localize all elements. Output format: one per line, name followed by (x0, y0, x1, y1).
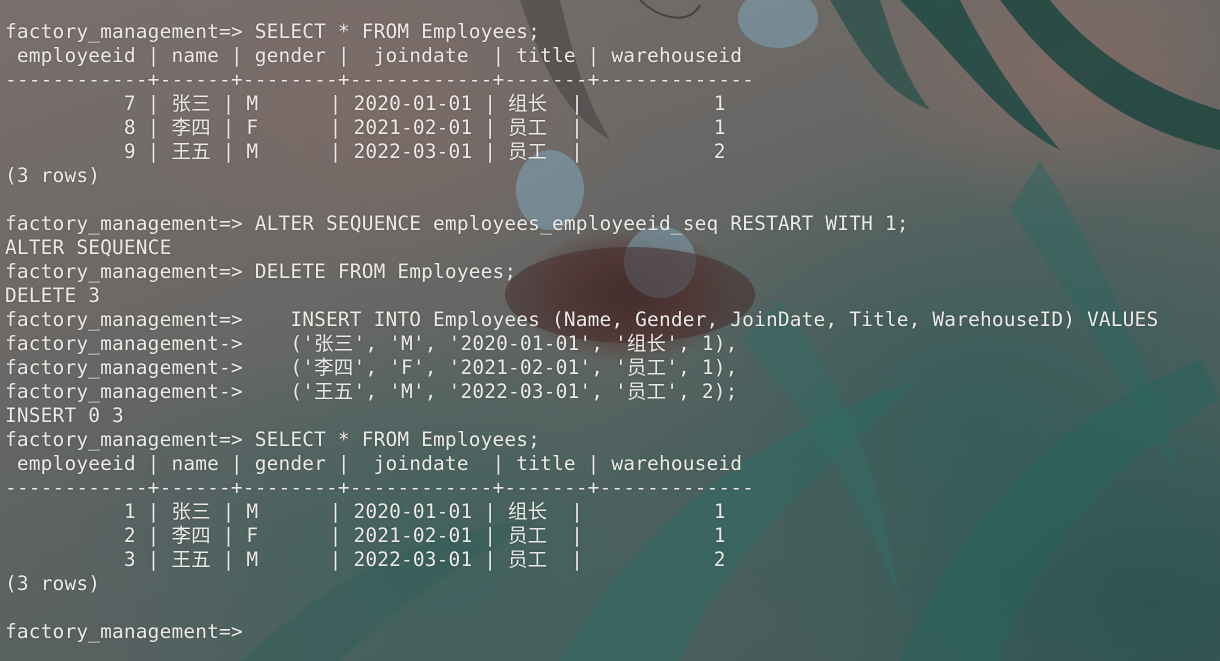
terminal-line: 1 | 张三 | M | 2020-01-01 | 组长 | 1 (5, 500, 726, 523)
terminal-line: factory_management=> (5, 620, 255, 643)
terminal-line: factory_management=> ALTER SEQUENCE empl… (5, 212, 909, 235)
face-outline (639, 0, 701, 19)
terminal-line: employeeid | name | gender | joindate | … (5, 44, 743, 67)
terminal-line: DELETE 3 (5, 284, 101, 307)
terminal-line: factory_management-> ('王五', 'M', '2022-0… (5, 380, 738, 403)
terminal-line: INSERT 0 3 (5, 404, 124, 427)
terminal-line: ------------+------+--------+-----------… (5, 68, 755, 91)
terminal-line: ------------+------+--------+-----------… (5, 476, 755, 499)
terminal-line: factory_management=> DELETE FROM Employe… (5, 260, 517, 283)
terminal-window[interactable]: factory_management=> SELECT * FROM Emplo… (0, 0, 1220, 661)
terminal-line: factory_management-> ('李四', 'F', '2021-0… (5, 356, 738, 379)
terminal-line: factory_management=> INSERT INTO Employe… (5, 308, 1159, 331)
terminal-line: 9 | 王五 | M | 2022-03-01 | 员工 | 2 (5, 140, 726, 163)
terminal-line: 2 | 李四 | F | 2021-02-01 | 员工 | 1 (5, 524, 726, 547)
terminal-output[interactable]: factory_management=> SELECT * FROM Emplo… (5, 20, 1158, 644)
terminal-line: 7 | 张三 | M | 2020-01-01 | 组长 | 1 (5, 92, 726, 115)
terminal-line: factory_management-> ('张三', 'M', '2020-0… (5, 332, 738, 355)
terminal-line: 3 | 王五 | M | 2022-03-01 | 员工 | 2 (5, 548, 726, 571)
terminal-line: factory_management=> SELECT * FROM Emplo… (5, 20, 541, 43)
terminal-line: (3 rows) (5, 572, 101, 595)
terminal-line: factory_management=> SELECT * FROM Emplo… (5, 428, 541, 451)
terminal-line: ALTER SEQUENCE (5, 236, 172, 259)
terminal-line: employeeid | name | gender | joindate | … (5, 452, 743, 475)
terminal-line: 8 | 李四 | F | 2021-02-01 | 员工 | 1 (5, 116, 726, 139)
terminal-line: (3 rows) (5, 164, 101, 187)
